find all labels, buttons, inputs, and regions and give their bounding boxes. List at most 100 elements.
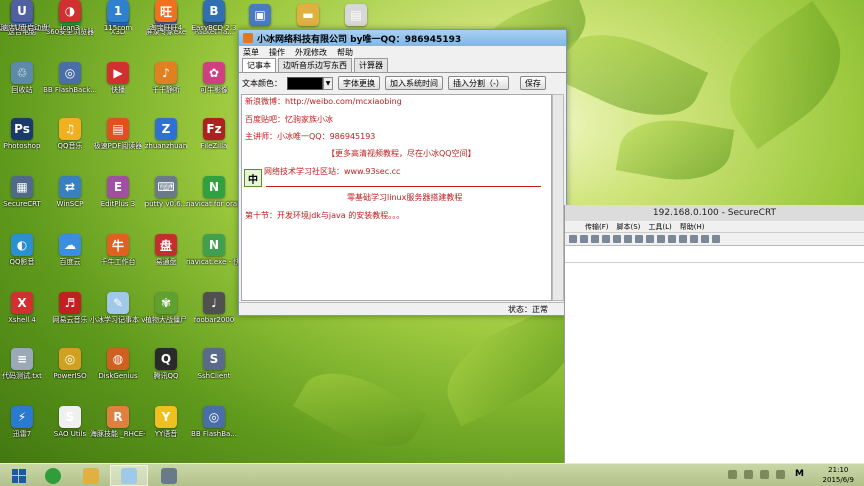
toolbar-icon[interactable] [712,235,720,243]
desktop-icon[interactable]: ◎ BB FlashBa... [186,406,242,438]
desktop-icon[interactable]: Nnavicat for oracle [186,176,242,208]
clock-time: 21:10 [828,466,849,474]
desktop-icon-label: 115com [103,24,133,32]
desktop-icon-label: 网易云音乐 [52,316,88,324]
menu-item-help[interactable]: 帮助 [337,47,353,58]
text-color-label: 文本颜色： [242,78,282,88]
desktop-icon-label: BB FlashBa... [191,430,237,438]
app-icon: ♬ [59,292,81,314]
status-text: 状态：正常 [508,304,548,314]
clock[interactable]: 21:10 2015/6/9 [823,465,854,485]
toolbar-icon[interactable] [613,235,621,243]
desktop-icon[interactable]: ♩ foobar2000 [186,292,242,324]
desktop-icon[interactable]: Fz FileZilla [186,118,242,150]
desktop-icon-label: EditPlus 3 [100,200,136,208]
menu-item-menu[interactable]: 菜单 [243,47,259,58]
desktop-icon-label: 可牛影像 [200,86,228,94]
app-icon: S [203,348,225,370]
font-change-button[interactable]: 字体更换 [338,76,380,90]
toolbar-icon[interactable] [668,235,676,243]
menu-item-script[interactable]: 脚本(S) [617,222,641,232]
browser-icon [45,467,61,484]
desktop-icon-label: YY语音 [154,430,178,438]
toolbar-icon[interactable] [657,235,665,243]
save-button[interactable]: 保存 [519,76,546,90]
desktop-icon-label: 千千静听 [152,86,180,94]
desktop-icon[interactable]: U 电脑店U盘启动盘制作工... [0,0,50,32]
securecrt-menu-bar: 传输(F) 脚本(S) 工具(L) 帮助(H) [565,221,864,233]
app-icon: Fz [203,118,225,140]
app-icon: E [107,176,129,198]
text-editor[interactable]: 新浪微博：http://weibo.com/mcxiaobing 百度贴吧：忆驹… [241,94,552,301]
terminal-area[interactable] [565,262,864,463]
chevron-down-icon[interactable]: ▼ [323,76,333,90]
tray-battery-icon[interactable] [776,470,785,479]
toolbar-icon[interactable] [701,235,709,243]
desktop-icon-label: EasyBCD 2.3 [191,24,237,32]
app-icon: Y [155,406,177,428]
desktop-icon[interactable]: Nnavicat.exe - 快捷方式 [186,234,242,266]
desktop-icon-label: 快播 [111,86,125,94]
notepad-window[interactable]: 小冰网络科技有限公司 by唯一QQ：986945193 菜单 操作 外观修改 帮… [238,29,567,316]
menu-item-transfer[interactable]: 传输(F) [585,222,609,232]
desktop-icon-label: SshClient [197,372,231,380]
menu-item-operate[interactable]: 操作 [269,47,285,58]
tab-notepad[interactable]: 记事本 [242,58,276,72]
desktop-icon-label: DiskGenius [98,372,138,380]
start-button[interactable] [0,465,38,486]
securecrt-window[interactable]: 192.168.0.100 - SecureCRT 传输(F) 脚本(S) 工具… [564,205,864,463]
menu-item-appearance[interactable]: 外观修改 [295,47,327,58]
tab-bar: 记事本 边听音乐边写东西 计算器 [239,58,566,73]
desktop-icon-label: QQ影音 [9,258,35,266]
desktop-icon[interactable]: ▤ [328,4,384,28]
taskbar-app-explorer[interactable] [72,465,110,486]
desktop-icon-label: navicat for oracle [186,200,242,208]
tray-flag-icon[interactable] [728,470,737,479]
app-icon: ♫ [59,118,81,140]
app-icon: ⇄ [59,176,81,198]
desktop-icon-label: 易通盘 [155,258,177,266]
desktop-icon-label: SecureCRT [3,200,41,208]
desktop-icon-label: FileZilla [200,142,228,150]
tray-volume-icon[interactable] [760,470,769,479]
window-title: 小冰网络科技有限公司 by唯一QQ：986945193 [257,34,462,45]
taskbar-app-securecrt[interactable] [150,465,188,486]
toolbar-icon[interactable] [646,235,654,243]
toolbar-icon[interactable] [580,235,588,243]
toolbar-icon[interactable] [624,235,632,243]
app-icon: ◎ [203,406,225,428]
add-time-button[interactable]: 加入系统时间 [385,76,443,90]
toolbar-icon[interactable] [591,235,599,243]
app-icon: X [11,292,33,314]
toolbar-icon[interactable] [690,235,698,243]
desktop-icon-label: 迅雷7 [12,430,32,438]
tray-network-icon[interactable] [744,470,753,479]
tab-music[interactable]: 边听音乐边写东西 [278,58,352,72]
tab-calculator[interactable]: 计算器 [354,58,388,72]
text-color-swatch[interactable] [287,76,323,90]
toolbar-icon[interactable] [679,235,687,243]
taskbar-app-notepad[interactable] [110,465,148,486]
toolbar-icon[interactable] [569,235,577,243]
desktop-icon[interactable]: S SshClient [186,348,242,380]
menu-item-tools[interactable]: 工具(L) [648,222,671,232]
insert-divider-button[interactable]: 插入分割（-） [448,76,509,90]
folder-icon [83,467,99,484]
desktop-icon-label: 回收站 [11,86,33,94]
wallpaper-leaf [615,110,735,190]
status-bar: 状态：正常 [239,302,566,315]
ime-indicator[interactable]: 中 [244,169,262,187]
desktop-icon-label: 腾讯QQ [153,372,179,380]
toolbar-icon[interactable] [602,235,610,243]
app-icon: ≡ [11,348,33,370]
desktop-icon[interactable]: ✿ 可牛影像 [186,62,242,94]
app-icon: ▦ [11,176,33,198]
scrollbar[interactable] [552,94,564,301]
notepad-titlebar[interactable]: 小冰网络科技有限公司 by唯一QQ：986945193 [239,30,566,46]
securecrt-titlebar[interactable]: 192.168.0.100 - SecureCRT [565,205,864,221]
app-icon: 盘 [155,234,177,256]
toolbar-icon[interactable] [635,235,643,243]
menu-item-help[interactable]: 帮助(H) [680,222,705,232]
ime-mode-indicator[interactable]: M [795,469,804,479]
taskbar-app-360[interactable] [34,465,72,486]
